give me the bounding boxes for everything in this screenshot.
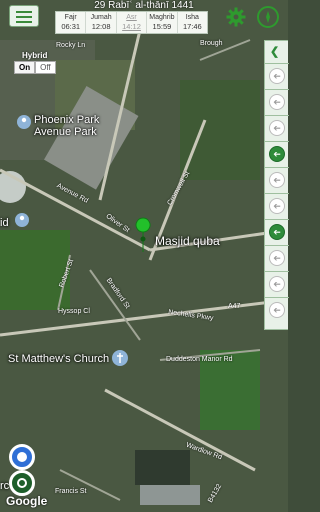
map-view[interactable]: Phoenix Park Avenue Park id Masjid quba … (0, 0, 288, 512)
ring-icon (17, 478, 27, 488)
arrow-left-icon[interactable]: ➔ (269, 250, 285, 266)
arrow-left-active-icon[interactable]: ➔ (269, 224, 285, 240)
road-label: Brough (200, 40, 223, 47)
road-label: Francis St (55, 488, 87, 495)
arrow-left-icon[interactable]: ➔ (269, 276, 285, 292)
map-type-title: Hybrid (22, 51, 48, 60)
map-type-off-button[interactable]: Off (35, 61, 56, 74)
satellite-imagery (0, 0, 288, 512)
prayer-asr: Asr 14:12 (117, 12, 148, 33)
masjid-label[interactable]: Masjid quba (155, 235, 220, 247)
mosque-list-panel: ❮ ➔ ➔ ➔ ➔ ➔ ➔ ➔ ➔ ➔ ➔ (264, 40, 289, 330)
arrow-left-icon[interactable]: ➔ (269, 198, 285, 214)
prayer-times-bar: Fajr 06:31 Jumah 12:08 Asr 14:12 Maghrib 15:… (55, 11, 208, 34)
road-label: A47 (228, 303, 241, 310)
road-label: Duddeston Manor Rd (166, 356, 233, 363)
arrow-left-active-icon[interactable]: ➔ (269, 146, 285, 162)
phoenix-park-label: Phoenix Park Avenue Park (34, 114, 100, 138)
prayer-maghrib: Maghrib 15:59 (147, 12, 178, 33)
arrow-left-icon[interactable]: ➔ (269, 94, 285, 110)
partial-id-label: id (0, 217, 9, 229)
google-attribution: Google (6, 494, 48, 508)
gear-icon[interactable] (226, 7, 246, 27)
compass-icon[interactable] (257, 6, 279, 28)
prayer-fajr: Fajr 06:31 (56, 12, 87, 33)
chevron-left-icon[interactable]: ❮ (270, 45, 279, 58)
mosque-locator-button[interactable] (9, 470, 35, 496)
road-label: Rocky Ln (56, 42, 86, 49)
arrow-left-icon[interactable]: ➔ (269, 120, 285, 136)
my-location-button[interactable] (9, 444, 35, 470)
prayer-jumah: Jumah 12:08 (86, 12, 117, 33)
arrow-left-icon[interactable]: ➔ (269, 302, 285, 318)
map-type-toggle: Hybrid On Off (14, 51, 56, 74)
top-bar: 29 Rabīʿ al-thānī 1441 Fajr 06:31 Jumah 12… (0, 0, 288, 37)
road-label: Hyssop Cl (58, 308, 90, 315)
map-type-on-button[interactable]: On (14, 61, 36, 74)
partial-rc-label: rc (0, 480, 10, 492)
st-matthews-label: St Matthew's Church (8, 353, 110, 365)
arrow-left-icon[interactable]: ➔ (269, 68, 285, 84)
prayer-isha: Isha 17:46 (182, 14, 202, 31)
menu-button[interactable] (9, 5, 39, 27)
arrow-left-icon[interactable]: ➔ (269, 172, 285, 188)
location-dot-icon (17, 452, 27, 462)
